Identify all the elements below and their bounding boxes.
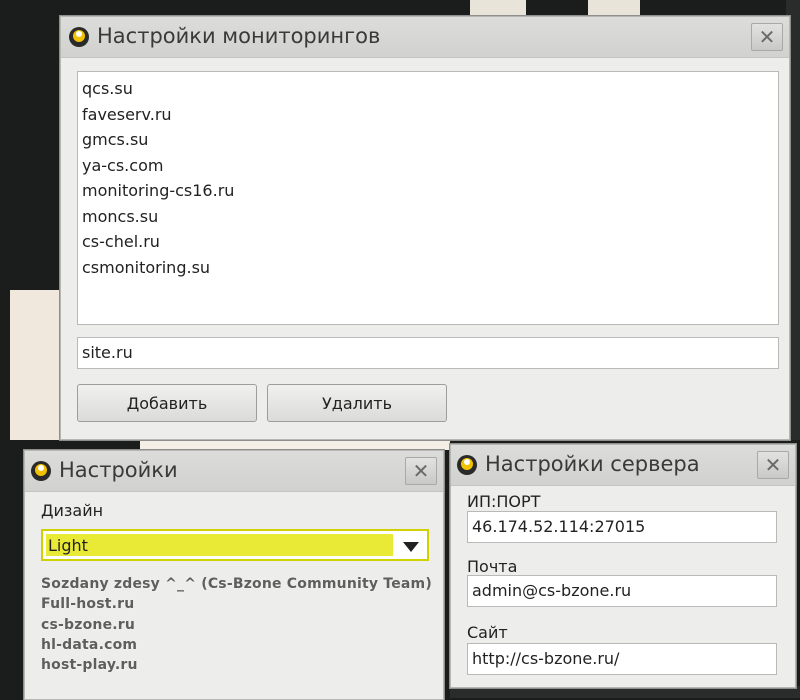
- server-close-button[interactable]: ✕: [757, 451, 789, 479]
- server-titlebar[interactable]: Настройки сервера ✕: [451, 445, 795, 486]
- list-item[interactable]: csmonitoring.su: [78, 255, 778, 281]
- settings-titlebar[interactable]: Настройки ✕: [25, 451, 443, 492]
- new-site-input[interactable]: site.ru: [77, 337, 779, 369]
- background-block-top: [470, 0, 526, 16]
- chevron-down-icon[interactable]: [403, 542, 419, 552]
- site-label: Сайт: [467, 623, 508, 642]
- list-item[interactable]: cs-chel.ru: [78, 229, 778, 255]
- list-item[interactable]: moncs.su: [78, 204, 778, 230]
- close-icon: ✕: [758, 25, 776, 49]
- site-field[interactable]: http://cs-bzone.ru/: [467, 643, 777, 675]
- background-block-left: [10, 290, 62, 440]
- monitoring-titlebar[interactable]: Настройки мониторингов ✕: [61, 17, 789, 58]
- design-selected-value: Light: [46, 534, 393, 556]
- monitoring-site-list[interactable]: qcs.su faveserv.ru gmcs.su ya-cs.com mon…: [77, 71, 779, 325]
- background-block-top-2: [588, 0, 640, 16]
- credit-line-4: hl-data.com: [41, 637, 138, 653]
- mail-label: Почта: [467, 557, 518, 576]
- server-settings-window: Настройки сервера ✕ ИП:ПОРТ 46.174.52.11…: [450, 444, 796, 688]
- monitoring-close-button[interactable]: ✕: [751, 23, 783, 51]
- app-logo-icon: [457, 455, 477, 475]
- monitoring-window-title: Настройки мониторингов: [97, 24, 381, 48]
- list-item[interactable]: ya-cs.com: [78, 153, 778, 179]
- app-logo-icon: [69, 27, 89, 47]
- list-item[interactable]: monitoring-cs16.ru: [78, 178, 778, 204]
- design-select[interactable]: Light: [41, 529, 429, 561]
- credit-line-5: host-play.ru: [41, 657, 138, 673]
- settings-window: Настройки ✕ Дизайн Light Sozdany zdesy ^…: [24, 450, 444, 700]
- credit-line-2: Full-host.ru: [41, 596, 135, 612]
- ip-port-label: ИП:ПОРТ: [467, 492, 541, 511]
- close-icon: ✕: [412, 459, 430, 483]
- ip-port-field[interactable]: 46.174.52.114:27015: [467, 511, 777, 543]
- credit-line-1: Sozdany zdesy ^_^ (Cs-Bzone Community Te…: [41, 576, 432, 592]
- list-item[interactable]: faveserv.ru: [78, 102, 778, 128]
- settings-window-title: Настройки: [59, 458, 178, 482]
- list-item[interactable]: qcs.su: [78, 76, 778, 102]
- credit-line-3: cs-bzone.ru: [41, 617, 136, 633]
- design-label: Дизайн: [41, 501, 104, 520]
- delete-site-button[interactable]: Удалить: [267, 384, 447, 422]
- monitoring-settings-window: Настройки мониторингов ✕ qcs.su faveserv…: [60, 16, 790, 440]
- close-icon: ✕: [764, 453, 782, 477]
- background-strip-mid: [140, 440, 450, 450]
- app-logo-icon: [31, 461, 51, 481]
- list-item[interactable]: gmcs.su: [78, 127, 778, 153]
- settings-close-button[interactable]: ✕: [405, 457, 437, 485]
- add-site-button[interactable]: Добавить: [77, 384, 257, 422]
- server-window-title: Настройки сервера: [485, 452, 700, 476]
- mail-field[interactable]: admin@cs-bzone.ru: [467, 575, 777, 607]
